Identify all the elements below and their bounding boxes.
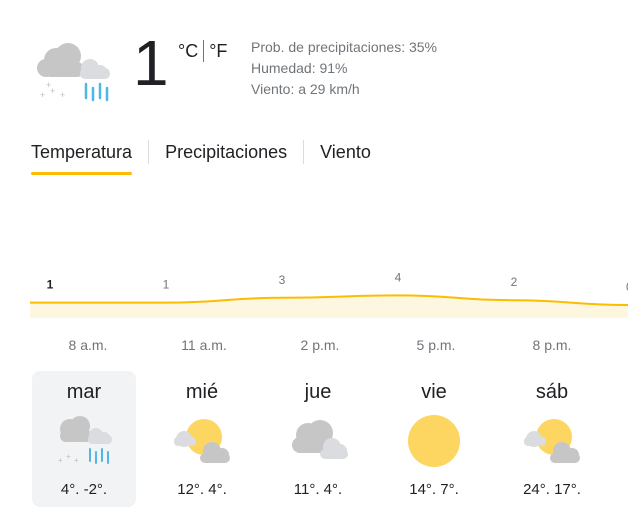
day-temperatures: 11°. 4°. — [293, 481, 343, 498]
day-temperatures: 12°. 4°. — [177, 481, 227, 498]
snow-rain-cloud-icon: + + ++ — [37, 43, 110, 102]
day-card[interactable]: jue 11°. 4°. — [266, 371, 370, 507]
time-label: 11 a.m. — [181, 337, 227, 353]
time-axis: 8 a.m. 11 a.m. 2 p.m. 5 p.m. 8 p.m. — [0, 337, 628, 357]
day-card[interactable]: mié 12°. 4°. — [150, 371, 254, 507]
svg-text:+: + — [40, 90, 45, 100]
snow-rain-cloud-icon: + + + — [52, 413, 116, 469]
day-temperatures: 4°. -2°. — [60, 481, 108, 498]
svg-text:+: + — [74, 456, 79, 465]
tab-wind-label: Viento — [320, 141, 371, 162]
precipitation-probability: Prob. de precipitaciones: 35% — [251, 39, 437, 55]
day-name: vie — [421, 381, 447, 403]
day-name: jue — [304, 381, 332, 403]
partly-cloudy-icon — [520, 413, 584, 469]
tab-precipitation-label: Precipitaciones — [165, 141, 288, 162]
tab-precipitation[interactable]: Precipitaciones — [165, 142, 287, 163]
time-label: 5 p.m. — [416, 337, 456, 353]
wind-speed: Viento: a 29 km/h — [251, 81, 360, 97]
day-name: mié — [185, 381, 219, 403]
svg-text:+: + — [66, 452, 71, 461]
unit-celsius[interactable]: °C — [178, 41, 198, 62]
temperature-value-label: 2 — [511, 275, 518, 289]
day-temperatures: 24°. 17°. — [523, 481, 581, 498]
tab-divider — [303, 140, 305, 164]
unit-divider — [203, 40, 205, 62]
humidity: Humedad: 91% — [251, 60, 348, 76]
day-card[interactable]: mar + + + 4°. -2°. — [32, 371, 136, 507]
temperature-value-label: 3 — [279, 273, 286, 287]
temperature-chart[interactable]: 113420 — [0, 255, 628, 335]
day-card[interactable]: sáb 24°. 17°. — [500, 371, 604, 507]
day-card[interactable]: vie 14°. 7°. — [382, 371, 486, 507]
unit-fahrenheit[interactable]: °F — [209, 41, 227, 62]
active-tab-indicator — [31, 171, 133, 175]
svg-text:+: + — [46, 80, 51, 90]
tab-temperature[interactable]: Temperatura — [31, 141, 133, 175]
time-label: 2 p.m. — [300, 337, 340, 353]
current-temperature: 1 — [133, 27, 169, 99]
day-temperatures: 14°. 7°. — [409, 481, 459, 498]
day-name: sáb — [535, 381, 569, 403]
temperature-area — [30, 295, 628, 318]
temperature-value-label: 1 — [163, 278, 170, 292]
svg-text:+: + — [60, 90, 65, 100]
temperature-value-label: 4 — [395, 270, 402, 284]
time-label: 8 p.m. — [532, 337, 572, 353]
temperature-value-label: 1 — [47, 278, 54, 292]
weather-details: Prob. de precipitaciones: 35% Humedad: 9… — [251, 37, 437, 100]
sunny-icon — [402, 413, 466, 469]
svg-text:+: + — [58, 456, 63, 465]
unit-switcher: °C °F — [178, 40, 227, 62]
cloudy-icon — [286, 413, 350, 469]
chart-tabs: Temperatura Precipitaciones Viento — [31, 140, 371, 175]
partly-cloudy-icon — [170, 413, 234, 469]
tab-divider — [148, 140, 150, 164]
tab-wind[interactable]: Viento — [320, 142, 371, 163]
tab-temperature-label: Temperatura — [31, 141, 133, 162]
time-label: 8 a.m. — [68, 337, 108, 353]
day-name: mar — [66, 381, 102, 403]
